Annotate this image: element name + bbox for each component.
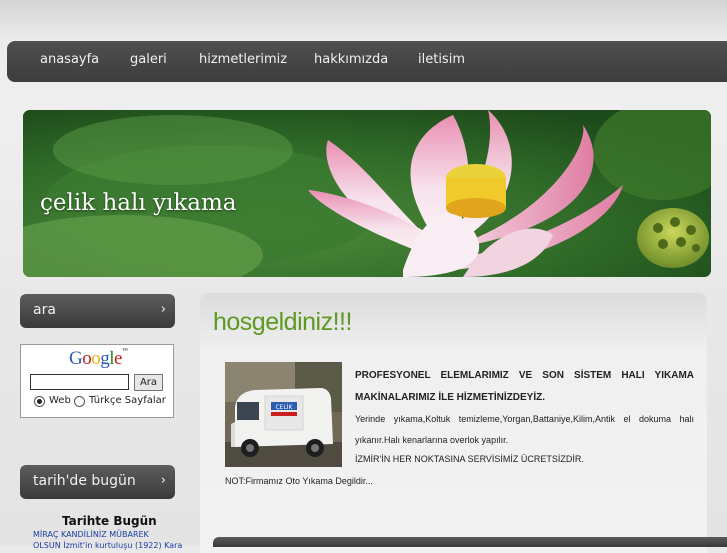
main-nav: anasayfa galeri hizmetlerimiz hakkımızda… [7, 41, 727, 82]
services-paragraph: Yerinde yıkama,Koltuk temizleme,Yorgan,B… [355, 414, 694, 445]
note-text: NOT:Firmamız Oto Yıkama Degildir... [225, 476, 373, 486]
nav-item-hizmetlerimiz[interactable]: hizmetlerimiz [199, 41, 287, 79]
page-title: hosgeldiniz!!! [213, 308, 352, 336]
google-logo: Google™ [69, 348, 128, 369]
header-banner: çelik halı yıkama [23, 110, 711, 277]
nav-item-iletisim[interactable]: iletisim [418, 41, 465, 79]
radio-turkish-pages-label: Türkçe Sayfalar [89, 395, 166, 406]
free-service-paragraph: İZMİR'İN HER NOKTASINA SERVİSİMİZ ÜCRETS… [355, 454, 584, 464]
sidebar-search-header[interactable]: ara › [20, 294, 175, 328]
nav-item-galeri[interactable]: galeri [130, 41, 167, 79]
radio-web[interactable] [34, 396, 45, 407]
google-search-button[interactable]: Ara [134, 374, 163, 391]
google-search-box: Google™ Ara Web Türkçe Sayfalar [20, 344, 174, 418]
radio-turkish-pages[interactable] [74, 396, 85, 407]
radio-web-label: Web [49, 395, 71, 406]
chevron-right-icon: › [160, 473, 166, 488]
content-section-header [213, 537, 727, 547]
nav-item-hakkimizda[interactable]: hakkımızda [314, 41, 388, 79]
sidebar-history-heading: tarih'de bugün [33, 473, 136, 489]
van-logo-text: ÇELİK [275, 404, 293, 411]
van-photo: ÇELİK [225, 362, 342, 467]
history-line-1[interactable]: MİRAÇ KANDİLİNİZ MÜBAREK [33, 530, 149, 539]
nav-item-anasayfa[interactable]: anasayfa [40, 41, 99, 79]
sidebar-history-header[interactable]: tarih'de bugün › [20, 465, 175, 499]
banner-title: çelik halı yıkama [40, 190, 237, 216]
intro-bold-paragraph: PROFESYONEL ELEMLARIMIZ VE SON SİSTEM HA… [355, 370, 694, 403]
sidebar-search-heading: ara [33, 302, 56, 318]
chevron-right-icon: › [160, 302, 166, 317]
history-box-title: Tarihte Bugün [62, 514, 157, 528]
history-line-2[interactable]: OLSUN İzmit'in kurtuluşu (1922) Kara [33, 541, 182, 550]
google-search-input[interactable] [30, 374, 129, 390]
